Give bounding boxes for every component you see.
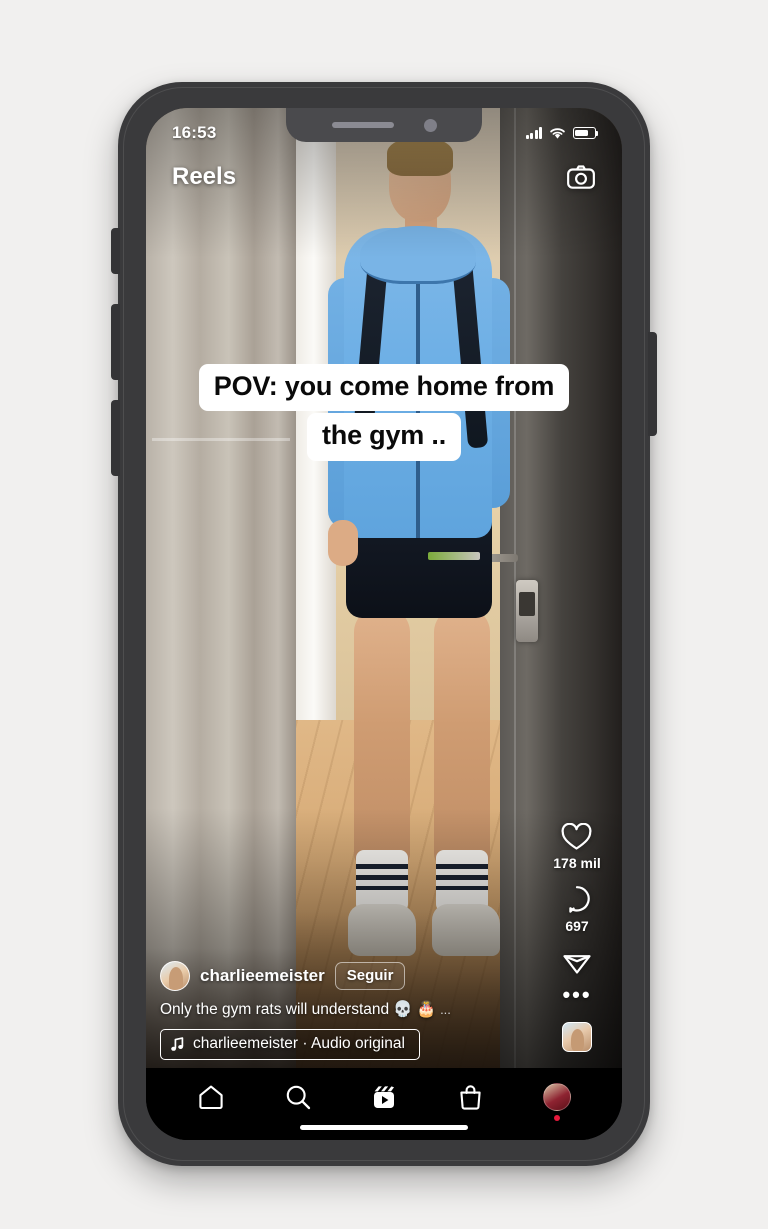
status-icons [525,127,599,140]
volume-up-button[interactable] [111,304,120,380]
speaker-grille-icon [331,122,394,128]
phone-screen: 16:53 Reels POV: you come home from the … [146,108,622,1140]
front-camera-lens-icon [423,118,437,132]
device-notch [286,108,482,142]
author-username[interactable]: charlieemeister [200,966,325,986]
nav-item-profile[interactable] [542,1083,571,1121]
volume-down-button[interactable] [111,400,120,476]
author-row: charlieemeister Seguir [160,961,608,991]
profile-avatar-icon[interactable] [542,1083,571,1121]
wifi-icon [550,127,565,139]
post-caption-more[interactable]: ... [440,1002,451,1017]
notification-dot [553,1115,560,1121]
video-text-overlay: POV: you come home from the gym .. [146,364,622,461]
heart-icon[interactable] [561,823,592,851]
nav-item-search[interactable] [284,1083,312,1111]
nav-item-home[interactable] [197,1083,225,1111]
reels-clapperboard-icon[interactable] [370,1083,398,1111]
audio-attribution-bar[interactable]: charlieemeister · Audio original [160,1029,420,1060]
audio-attribution-text: charlieemeister · Audio original [193,1035,405,1052]
overlay-caption-line-2: the gym .. [306,413,462,461]
post-caption[interactable]: Only the gym rats will understand 💀 🎂 ..… [160,1000,608,1019]
camera-icon[interactable] [566,162,596,192]
power-button[interactable] [648,332,657,436]
phone-device-frame: 16:53 Reels POV: you come home from the … [111,82,657,1166]
comment-count: 697 [565,918,589,934]
avatar[interactable] [160,961,190,991]
nav-item-reels[interactable] [370,1083,398,1111]
like-count: 178 mil [553,855,601,871]
home-icon[interactable] [197,1083,225,1111]
overlay-caption-line-1: POV: you come home from [198,364,570,412]
like-button[interactable]: 178 mil [553,823,601,871]
comment-button[interactable]: 697 [563,885,592,934]
page-title: Reels [172,163,237,190]
status-time: 16:53 [172,123,217,142]
shopping-bag-icon[interactable] [457,1083,484,1111]
reels-header: Reels [146,162,622,192]
silent-switch-button[interactable] [111,228,120,274]
cellular-signal-icon [525,127,542,139]
search-icon[interactable] [284,1083,312,1111]
battery-icon [573,127,599,139]
post-caption-emojis: 💀 🎂 [393,1001,437,1018]
follow-button[interactable]: Seguir [334,962,406,990]
reel-meta-panel: charlieemeister Seguir Only the gym rats… [146,961,622,1060]
comment-bubble-icon[interactable] [563,885,592,914]
screenshot-canvas: 16:53 Reels POV: you come home from the … [0,0,768,1229]
nav-item-shop[interactable] [457,1083,484,1111]
music-note-icon [171,1036,184,1051]
home-indicator-bar[interactable] [300,1125,468,1130]
post-caption-text: Only the gym rats will understand [160,1000,390,1018]
